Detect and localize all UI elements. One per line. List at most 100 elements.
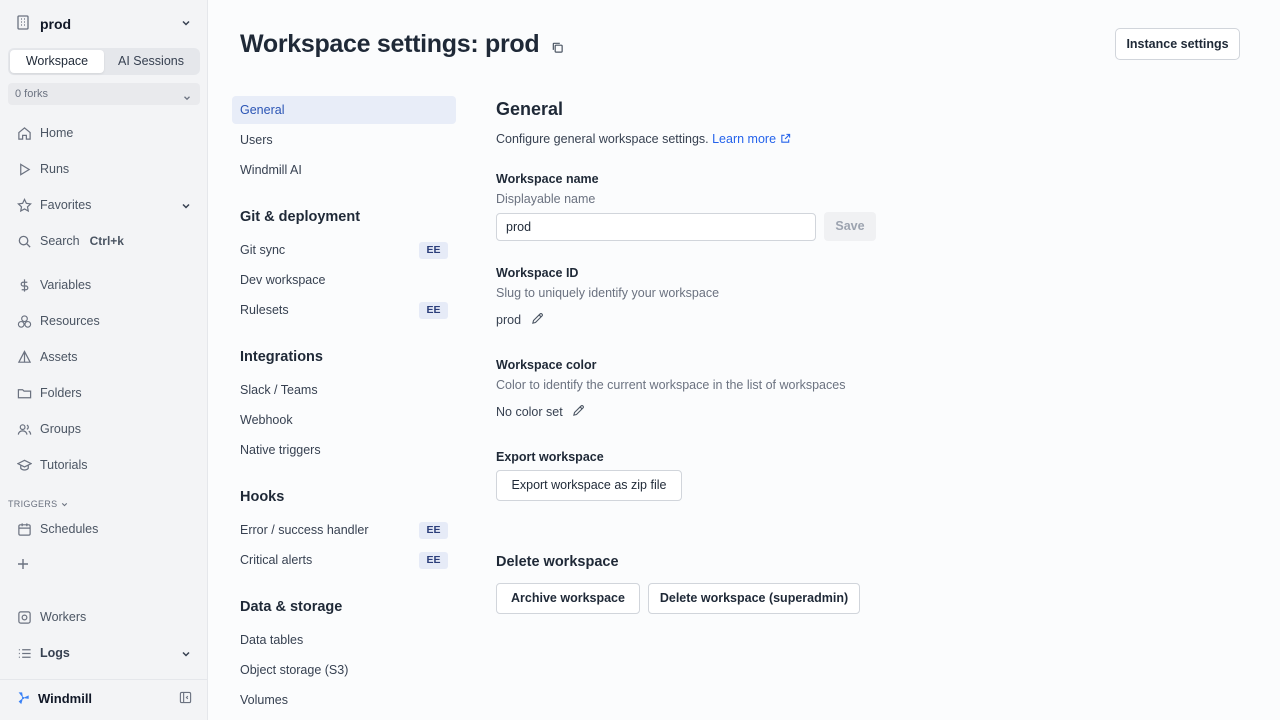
- sidebar-item-resources[interactable]: Resources: [16, 311, 192, 331]
- settings-nav-native-triggers[interactable]: Native triggers: [232, 436, 456, 464]
- sidebar-item-label: Search: [40, 234, 80, 248]
- forks-dropdown[interactable]: 0 forks: [8, 83, 200, 105]
- save-button[interactable]: Save: [824, 212, 876, 241]
- workspace-id-help: Slug to uniquely identify your workspace: [496, 286, 720, 300]
- ee-badge: EE: [419, 552, 448, 569]
- settings-nav-heading-data: Data & storage: [240, 599, 343, 615]
- sidebar-item-favorites[interactable]: Favorites: [16, 195, 192, 215]
- delete-workspace-button[interactable]: Delete workspace (superadmin): [648, 583, 860, 614]
- page-title: Workspace settings: prod: [240, 28, 564, 61]
- sidebar-item-label: Variables: [40, 278, 92, 292]
- settings-nav-label: Critical alerts: [240, 553, 313, 567]
- settings-nav-label: Rulesets: [240, 303, 289, 317]
- pencil-icon[interactable]: [572, 404, 585, 420]
- workspace-color-help: Color to identify the current workspace …: [496, 378, 846, 392]
- settings-nav-heading-hooks: Hooks: [240, 489, 285, 505]
- brand-name: Windmill: [38, 690, 93, 706]
- sidebar-item-label: Home: [40, 126, 74, 140]
- export-workspace-button[interactable]: Export workspace as zip file: [496, 470, 682, 501]
- workspace-name: prod: [40, 16, 72, 32]
- add-trigger-button[interactable]: [17, 557, 29, 574]
- sidebar-item-schedules[interactable]: Schedules: [16, 519, 192, 539]
- sidebar-item-assets[interactable]: Assets: [16, 347, 192, 367]
- workspace-switcher[interactable]: prod: [16, 12, 192, 36]
- sidebar-item-home[interactable]: Home: [16, 123, 192, 143]
- settings-nav-slack-teams[interactable]: Slack / Teams: [232, 376, 456, 404]
- worker-icon: [16, 609, 32, 625]
- sidebar-item-workers[interactable]: Workers: [16, 607, 192, 627]
- sidebar-item-groups[interactable]: Groups: [16, 419, 192, 439]
- chevron-down-icon: [60, 500, 69, 509]
- settings-nav-general[interactable]: General: [232, 96, 456, 124]
- settings-nav-windmill-ai[interactable]: Windmill AI: [232, 156, 456, 184]
- workspace-id-label: Workspace ID: [496, 266, 579, 280]
- star-icon: [16, 197, 32, 213]
- settings-nav-volumes[interactable]: Volumes: [232, 686, 456, 714]
- workspace-name-input[interactable]: prod: [496, 213, 816, 241]
- settings-nav-heading-git: Git & deployment: [240, 209, 361, 225]
- page-title-text: Workspace settings: prod: [240, 30, 540, 58]
- sidebar-item-tutorials[interactable]: Tutorials: [16, 455, 192, 475]
- settings-nav-object-storage[interactable]: Object storage (S3): [232, 656, 456, 684]
- export-workspace-label: Export workspace: [496, 450, 604, 464]
- sidebar-item-label: Resources: [40, 314, 100, 328]
- sidebar: prod Workspace AI Sessions 0 forks Home …: [0, 0, 208, 720]
- sidebar-item-label: Workers: [40, 610, 87, 624]
- settings-nav-label: Error / success handler: [240, 523, 369, 537]
- archive-workspace-button[interactable]: Archive workspace: [496, 583, 640, 614]
- search-icon: [16, 233, 32, 249]
- sidebar-collapse-icon[interactable]: [179, 691, 192, 707]
- section-description: Configure general workspace settings. Le…: [496, 132, 791, 147]
- users-icon: [16, 421, 32, 437]
- ee-badge: EE: [419, 302, 448, 319]
- instance-settings-button[interactable]: Instance settings: [1115, 28, 1240, 60]
- windmill-logo-icon: [16, 691, 30, 705]
- sidebar-divider: [0, 679, 208, 680]
- pencil-icon[interactable]: [531, 312, 544, 328]
- sidebar-item-label: Schedules: [40, 522, 99, 536]
- sidebar-item-label: Favorites: [40, 198, 92, 212]
- sidebar-item-variables[interactable]: Variables: [16, 275, 192, 295]
- building-icon: [16, 15, 30, 33]
- home-icon: [16, 125, 32, 141]
- plus-icon: [18, 559, 28, 569]
- list-icon: [16, 645, 32, 661]
- sidebar-item-search[interactable]: Search Ctrl+k: [16, 231, 192, 251]
- sidebar-item-label: Runs: [40, 162, 70, 176]
- settings-nav-users[interactable]: Users: [232, 126, 456, 154]
- learn-more-label: Learn more: [712, 132, 777, 146]
- sidebar-item-label: Tutorials: [40, 458, 88, 472]
- workspace-color-text: No color set: [496, 405, 563, 419]
- settings-nav-webhook[interactable]: Webhook: [232, 406, 456, 434]
- settings-nav-critical-alerts[interactable]: Critical alerts EE: [232, 546, 456, 574]
- forks-label: 0 forks: [15, 88, 49, 100]
- sidebar-item-label: Assets: [40, 350, 78, 364]
- tab-workspace[interactable]: Workspace: [10, 50, 104, 73]
- chevron-down-icon: [180, 648, 192, 663]
- chevron-down-icon: [180, 200, 192, 215]
- settings-nav-dev-workspace[interactable]: Dev workspace: [232, 266, 456, 294]
- brand[interactable]: Windmill: [16, 688, 192, 708]
- tab-ai-sessions[interactable]: AI Sessions: [104, 50, 198, 73]
- settings-nav-data-tables[interactable]: Data tables: [232, 626, 456, 654]
- workspace-color-label: Workspace color: [496, 358, 597, 372]
- sidebar-item-label: Groups: [40, 422, 81, 436]
- workspace-color-value: No color set: [496, 404, 585, 420]
- triggers-label: TRIGGERS: [8, 499, 58, 509]
- workspace-name-label: Workspace name: [496, 172, 599, 186]
- sidebar-item-folders[interactable]: Folders: [16, 383, 192, 403]
- settings-nav-error-handler[interactable]: Error / success handler EE: [232, 516, 456, 544]
- graduation-cap-icon: [16, 457, 32, 473]
- pyramid-icon: [16, 349, 32, 365]
- sidebar-item-runs[interactable]: Runs: [16, 159, 192, 179]
- triggers-section-toggle[interactable]: TRIGGERS: [8, 499, 69, 509]
- learn-more-link[interactable]: Learn more: [712, 132, 790, 146]
- ee-badge: EE: [419, 242, 448, 259]
- sidebar-item-logs[interactable]: Logs: [16, 643, 192, 663]
- sidebar-item-label: Folders: [40, 386, 82, 400]
- settings-nav-heading-integrations: Integrations: [240, 349, 323, 365]
- settings-nav-git-sync[interactable]: Git sync EE: [232, 236, 456, 264]
- chevron-down-icon: [182, 89, 192, 111]
- settings-nav-rulesets[interactable]: Rulesets EE: [232, 296, 456, 324]
- copy-icon[interactable]: [551, 32, 564, 61]
